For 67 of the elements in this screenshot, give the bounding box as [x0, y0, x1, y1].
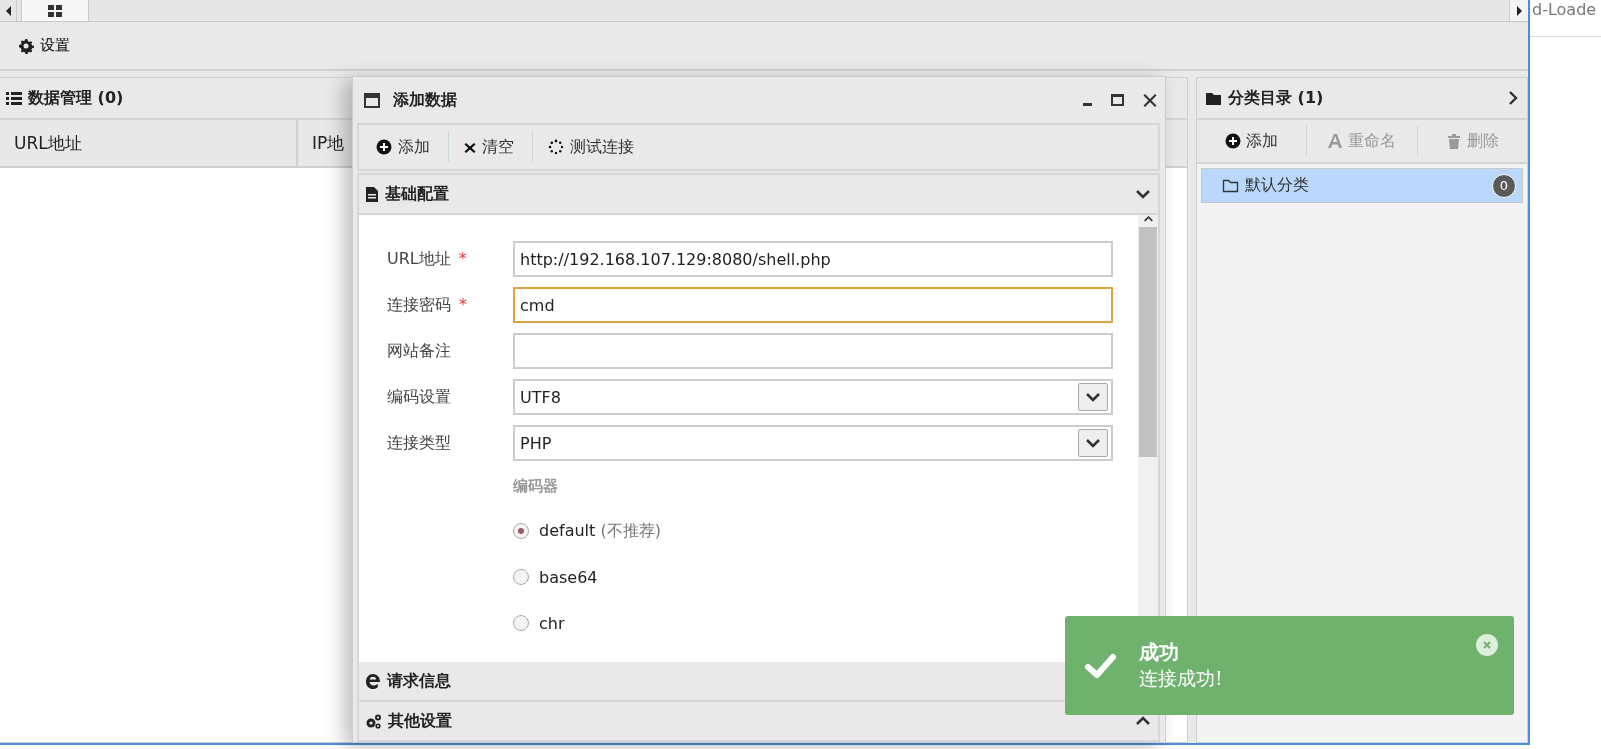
panel-title: 分类目录 (1): [1228, 87, 1324, 109]
dropdown-value: UTF8: [520, 387, 561, 407]
add-button[interactable]: 添加: [371, 132, 449, 162]
settings-icon: [18, 37, 34, 54]
field-label: URL地址: [387, 248, 451, 270]
radio-button[interactable]: [513, 615, 529, 631]
section-title: 其他设置: [388, 710, 452, 732]
close-icon: [1143, 92, 1157, 108]
plus-icon: [376, 139, 392, 155]
window-title: d-Loade: [1532, 0, 1597, 19]
gears-icon: [365, 712, 382, 730]
column-header[interactable]: URL地址: [0, 120, 298, 166]
plus-icon: [1225, 133, 1242, 149]
required-mark: *: [459, 294, 467, 316]
option-label: chr: [539, 613, 565, 633]
option-label: base64: [539, 567, 598, 587]
caret-icon: [4, 4, 12, 17]
trash-icon: [1445, 132, 1462, 150]
chevron-icon: [1508, 91, 1518, 105]
font-icon: [1327, 133, 1344, 149]
radio-button[interactable]: [513, 523, 529, 539]
window-icon: [363, 91, 381, 109]
spinner-icon: [548, 139, 564, 155]
tab[interactable]: [21, 0, 89, 21]
browser-icon: [365, 672, 381, 690]
option-label: default (不推荐): [539, 520, 661, 542]
count-badge: 0: [1492, 173, 1516, 198]
input-field[interactable]: http://192.168.107.129:8080/shell.php: [513, 241, 1113, 277]
field-label: 网站备注: [387, 340, 451, 362]
add-button[interactable]: 添加: [1197, 126, 1308, 156]
chevron-icon: [1086, 391, 1100, 403]
group-label: 编码器: [513, 477, 559, 497]
category-label: 默认分类: [1245, 175, 1310, 196]
section-title: 请求信息: [387, 670, 451, 692]
list-icon: [6, 90, 22, 106]
field-label: 连接密码: [387, 294, 451, 316]
test-connection-button[interactable]: 测试连接: [543, 132, 652, 162]
folder-icon: [1222, 177, 1239, 194]
chevron-icon: [1086, 437, 1100, 449]
settings-button[interactable]: 设置: [16, 34, 72, 57]
scrollbar-thumb[interactable]: [1139, 227, 1157, 457]
section-header[interactable]: 基础配置: [357, 173, 1160, 215]
input-field[interactable]: [513, 333, 1113, 369]
category-item[interactable]: 默认分类 0: [1201, 168, 1523, 203]
dropdown-arrow-button[interactable]: [1078, 383, 1108, 411]
section-header[interactable]: 其他设置: [357, 702, 1160, 742]
panel-title: 数据管理 (0): [28, 87, 124, 109]
scroll-up-icon: [1143, 215, 1153, 223]
required-mark: *: [458, 248, 467, 270]
clear-button[interactable]: 清空: [459, 132, 533, 162]
grid-icon: [47, 3, 63, 18]
radio-button[interactable]: [513, 569, 529, 585]
caret-icon: [1515, 4, 1523, 17]
dropdown-arrow-button[interactable]: [1078, 429, 1108, 457]
maximize-icon: [1110, 93, 1125, 107]
dropdown-value: PHP: [520, 433, 552, 453]
dropdown[interactable]: UTF8: [513, 379, 1113, 415]
minimize-icon: [1083, 102, 1092, 106]
dropdown[interactable]: PHP: [513, 425, 1113, 461]
section-title: 基础配置: [385, 183, 449, 205]
dialog-title: 添加数据: [393, 89, 457, 111]
close-icon: [1482, 640, 1492, 650]
input-field[interactable]: cmd: [513, 287, 1113, 323]
field-label: 连接类型: [387, 432, 451, 454]
scroll-right-button[interactable]: [1509, 0, 1528, 21]
document-icon: [365, 185, 379, 203]
field-label: 编码设置: [387, 386, 451, 408]
